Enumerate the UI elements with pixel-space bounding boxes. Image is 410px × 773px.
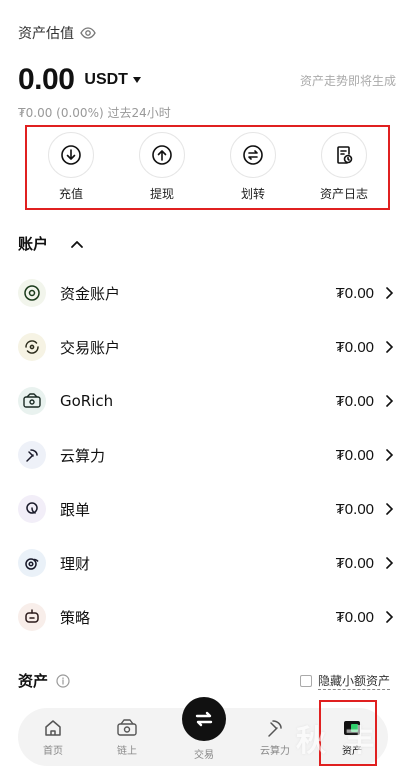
transfer-button[interactable]: 划转	[217, 127, 289, 208]
tab-label: 链上	[117, 746, 137, 757]
home-icon	[45, 720, 61, 736]
earn-icon	[18, 549, 46, 577]
tab-trade-button[interactable]	[182, 697, 226, 741]
log-icon	[321, 132, 367, 178]
account-value: ₮0.00	[335, 338, 374, 356]
copy-trading-icon	[18, 495, 46, 523]
eye-icon[interactable]	[80, 25, 96, 41]
daily-change: ₮0.00 (0.00%) 过去24小时	[18, 106, 171, 120]
quick-actions: 充值 提现 划转 资产日志	[25, 125, 390, 210]
assets-section-header: 资产 隐藏小额资产	[18, 670, 390, 691]
funding-icon	[18, 279, 46, 307]
account-name: 交易账户	[60, 338, 121, 357]
tab-home[interactable]: 首页	[18, 708, 88, 766]
tab-label: 首页	[43, 746, 63, 757]
tab-label: 云算力	[260, 746, 290, 757]
caret-down-icon[interactable]	[132, 77, 141, 83]
trend-placeholder: 资产走势即将生成	[299, 74, 396, 88]
transfer-icon	[230, 132, 276, 178]
chevron-right-icon	[386, 395, 394, 407]
transfer-label: 划转	[240, 187, 265, 201]
account-value: ₮0.00	[335, 500, 374, 518]
download-icon	[48, 132, 94, 178]
asset-estimate-label: 资产估值	[18, 26, 74, 42]
account-value: ₮0.00	[335, 284, 374, 302]
chevron-right-icon	[386, 557, 394, 569]
upload-icon	[139, 132, 185, 178]
chevron-right-icon	[386, 449, 394, 461]
account-name: 跟单	[60, 500, 91, 519]
chevron-up-icon[interactable]	[70, 239, 84, 249]
info-icon[interactable]	[56, 673, 70, 688]
account-row-strategy[interactable]: 策略 ₮0.00	[18, 590, 394, 644]
accounts-list: 资金账户 ₮0.00 交易账户 ₮0.00 GoRich ₮0.00 云算力 ₮	[18, 266, 394, 644]
hide-small-assets-toggle[interactable]: 隐藏小额资产	[299, 672, 390, 690]
checkbox[interactable]	[299, 674, 312, 687]
chevron-right-icon	[386, 611, 394, 623]
trading-icon	[18, 333, 46, 361]
balance-amount: 0.00	[18, 63, 75, 96]
account-row-trading[interactable]: 交易账户 ₮0.00	[18, 320, 394, 374]
account-row-copy-trading[interactable]: 跟单 ₮0.00	[18, 482, 394, 536]
strategy-bot-icon	[18, 603, 46, 631]
account-value: ₮0.00	[335, 608, 374, 626]
chevron-right-icon	[386, 503, 394, 515]
asset-estimate-row: 资产估值	[18, 24, 396, 42]
currency-selector[interactable]: USDT	[84, 71, 128, 89]
onchain-icon	[117, 719, 137, 736]
account-value: ₮0.00	[335, 446, 374, 464]
account-name: 资金账户	[60, 284, 121, 303]
account-value: ₮0.00	[335, 392, 374, 410]
tab-cloud-mining[interactable]: 云算力	[240, 708, 310, 766]
account-row-cloud-mining[interactable]: 云算力 ₮0.00	[18, 428, 394, 482]
account-row-funding[interactable]: 资金账户 ₮0.00	[18, 266, 394, 320]
swap-icon	[195, 711, 213, 727]
balance-row: 0.00 USDT 资产走势即将生成	[18, 60, 396, 100]
withdraw-label: 提现	[149, 187, 174, 201]
withdraw-button[interactable]: 提现	[126, 127, 198, 208]
chevron-right-icon	[386, 341, 394, 353]
account-name: 理财	[60, 554, 91, 573]
accounts-header[interactable]: 账户	[18, 233, 84, 254]
assets-tab-highlight	[319, 700, 377, 766]
cloud-mining-icon	[18, 441, 46, 469]
tab-onchain[interactable]: 链上	[92, 708, 162, 766]
chevron-right-icon	[386, 287, 394, 299]
assets-title: 资产	[18, 672, 49, 690]
account-name: GoRich	[60, 392, 114, 410]
account-name: 策略	[60, 608, 91, 627]
gorich-icon	[18, 387, 46, 415]
pickaxe-icon	[268, 720, 282, 737]
deposit-button[interactable]: 充值	[35, 127, 107, 208]
account-value: ₮0.00	[335, 554, 374, 572]
account-row-gorich[interactable]: GoRich ₮0.00	[18, 374, 394, 428]
hide-small-assets-label: 隐藏小额资产	[317, 673, 390, 690]
account-row-earn[interactable]: 理财 ₮0.00	[18, 536, 394, 590]
asset-log-button[interactable]: 资产日志	[308, 127, 380, 208]
asset-header: 资产估值 0.00 USDT 资产走势即将生成 ₮0.00 (0.00%) 过去…	[18, 24, 396, 120]
account-name: 云算力	[60, 446, 106, 465]
asset-log-label: 资产日志	[319, 187, 368, 201]
tab-trade-label: 交易	[194, 750, 214, 761]
deposit-label: 充值	[58, 187, 83, 201]
accounts-title: 账户	[18, 235, 49, 253]
